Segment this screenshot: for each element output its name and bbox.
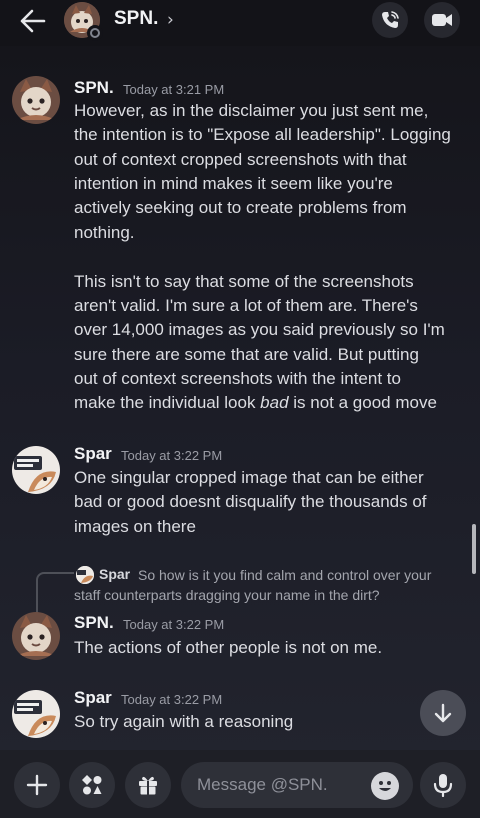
avatar[interactable] xyxy=(12,690,60,738)
voice-message-button[interactable] xyxy=(420,762,466,808)
message-line: So try again with a reasoning xyxy=(74,712,294,731)
message-line: out of context cropped screenshots with … xyxy=(74,150,407,169)
jump-to-bottom-button[interactable] xyxy=(420,690,466,736)
message-author[interactable]: Spar xyxy=(74,688,112,708)
message-timestamp: Today at 3:22 PM xyxy=(123,617,225,632)
message-line: out of context screenshots with the inte… xyxy=(74,369,401,388)
reply-connector xyxy=(36,572,74,614)
voice-call-button[interactable] xyxy=(372,2,408,38)
message-author[interactable]: SPN. xyxy=(74,613,114,633)
message-line: However, as in the disclaimer you just s… xyxy=(74,101,429,120)
message-text: is not a good move xyxy=(288,393,437,412)
message-line: nothing. xyxy=(74,223,135,242)
message-timestamp: Today at 3:22 PM xyxy=(121,692,223,707)
arrow-down-icon xyxy=(434,703,452,723)
message-field[interactable] xyxy=(181,762,413,808)
message-timestamp: Today at 3:21 PM xyxy=(123,82,225,97)
reply-author[interactable]: Spar xyxy=(99,566,130,582)
chevron-right-icon[interactable]: › xyxy=(167,10,174,30)
message-author[interactable]: Spar xyxy=(74,444,112,464)
message-line: actively seeking out to create problems … xyxy=(74,198,407,217)
message-line: the intention is to "Expose all leadersh… xyxy=(74,125,451,144)
gift-icon xyxy=(139,776,157,795)
message-input[interactable] xyxy=(197,762,367,808)
emoji-button[interactable] xyxy=(371,772,399,800)
plus-icon xyxy=(26,774,48,796)
message-line: bad or good doesnt disqualify the thousa… xyxy=(74,492,427,511)
message-line: aren't valid. I'm sure a lot of them are… xyxy=(74,296,418,315)
reply-preview-text[interactable]: staff counterparts dragging your name in… xyxy=(74,587,380,603)
message-line: sure there are some that are valid. But … xyxy=(74,345,419,364)
message-line: make the individual look bad is not a go… xyxy=(74,393,437,413)
phone-call-icon xyxy=(382,11,399,28)
message-line: intention in mind makes it seem like you… xyxy=(74,174,393,193)
avatar[interactable] xyxy=(12,612,60,660)
status-indicator xyxy=(87,25,103,41)
emphasis-text: bad xyxy=(260,393,289,412)
apps-button[interactable] xyxy=(69,762,115,808)
message-author[interactable]: SPN. xyxy=(74,78,114,98)
message-line: over 14,000 images as you said previousl… xyxy=(74,320,445,339)
message-line: This isn't to say that some of the scree… xyxy=(74,272,414,291)
reply-preview-text[interactable]: So how is it you find calm and control o… xyxy=(138,567,431,583)
back-button[interactable] xyxy=(18,8,48,34)
emoji-icon xyxy=(379,781,391,791)
chat-header: SPN. › xyxy=(0,0,480,46)
apps-icon xyxy=(82,775,102,795)
microphone-icon xyxy=(433,774,453,797)
dm-title[interactable]: SPN. xyxy=(114,8,158,30)
gift-button[interactable] xyxy=(125,762,171,808)
message-line: One singular cropped image that can be e… xyxy=(74,468,424,487)
reply-avatar[interactable] xyxy=(76,566,94,584)
back-arrow-icon xyxy=(20,9,46,33)
video-call-button[interactable] xyxy=(424,2,460,38)
message-composer xyxy=(0,750,480,818)
video-camera-icon xyxy=(432,14,452,26)
add-attachment-button[interactable] xyxy=(14,762,60,808)
message-text: make the individual look xyxy=(74,393,261,412)
message-timestamp: Today at 3:22 PM xyxy=(121,448,223,463)
avatar[interactable] xyxy=(12,76,60,124)
message-line: images on there xyxy=(74,517,196,536)
scrollbar-thumb[interactable] xyxy=(472,524,476,574)
message-line: The actions of other people is not on me… xyxy=(74,638,383,657)
avatar[interactable] xyxy=(12,446,60,494)
